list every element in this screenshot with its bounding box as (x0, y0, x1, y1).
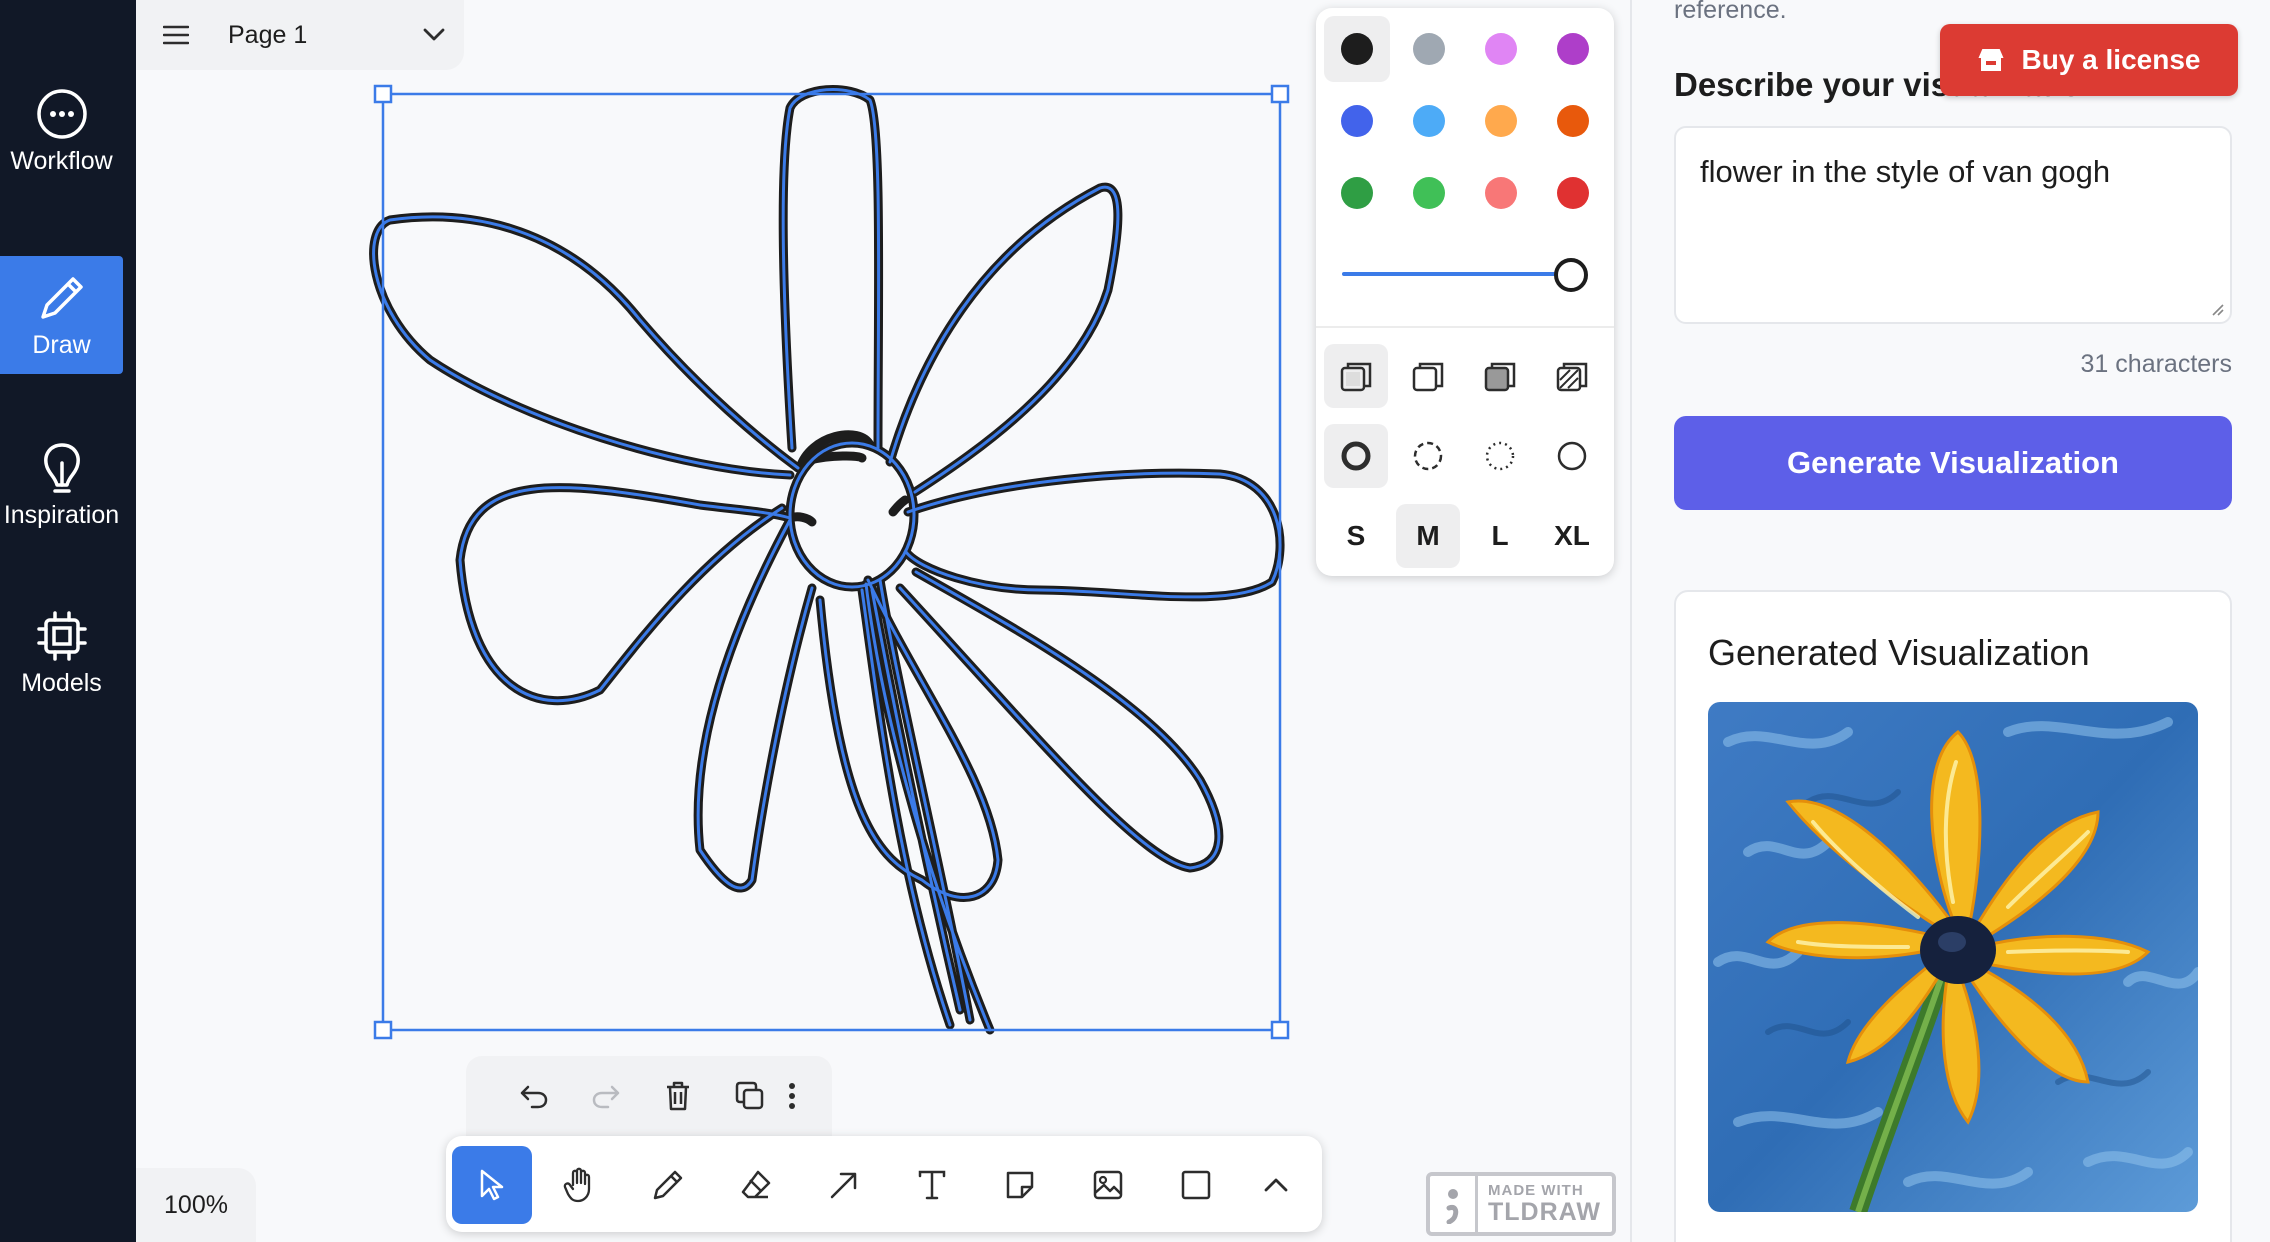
dash-draw-button[interactable] (1324, 424, 1388, 488)
chevron-up-icon (1264, 1178, 1288, 1192)
resize-handle-nw (373, 84, 393, 104)
resize-handle-sw (373, 1020, 393, 1040)
color-green[interactable] (1341, 177, 1373, 209)
hand-icon (563, 1167, 591, 1203)
reference-text: reference. (1674, 0, 1787, 24)
image-icon (1093, 1170, 1123, 1200)
dash-solid-button[interactable] (1540, 424, 1604, 488)
tldraw-watermark[interactable]: MADE WITH TLDRAW (1426, 1172, 1616, 1236)
generate-visualization-button[interactable]: Generate Visualization (1674, 416, 2232, 510)
rectangle-tool-button[interactable] (1156, 1146, 1236, 1224)
color-violet[interactable] (1557, 33, 1589, 65)
more-icon (789, 1083, 795, 1109)
eraser-icon (741, 1170, 771, 1199)
text-icon (918, 1170, 946, 1200)
trash-icon (667, 1081, 689, 1111)
redo-icon (592, 1085, 620, 1109)
color-orange[interactable] (1557, 105, 1589, 137)
color-blue[interactable] (1341, 105, 1373, 137)
note-tool-button[interactable] (980, 1146, 1060, 1224)
color-grey[interactable] (1413, 33, 1445, 65)
fill-solid-icon (1484, 362, 1516, 392)
delete-button[interactable] (646, 1064, 710, 1128)
eraser-tool-button[interactable] (716, 1146, 796, 1224)
color-light-blue[interactable] (1413, 105, 1445, 137)
more-tools-button[interactable] (1236, 1146, 1316, 1224)
text-tool-button[interactable] (892, 1146, 972, 1224)
select-tool-button[interactable] (452, 1146, 532, 1224)
right-panel: reference. Describe your visualization B… (1630, 0, 2270, 1242)
undo-icon (520, 1085, 548, 1109)
result-card: Generated Visualization (1674, 590, 2232, 1242)
pencil-icon (653, 1170, 683, 1200)
generated-image[interactable] (1708, 702, 2198, 1212)
opacity-slider-thumb[interactable] (1554, 258, 1588, 292)
zoom-level[interactable]: 100% (136, 1168, 256, 1242)
hand-tool-button[interactable] (540, 1146, 620, 1224)
prompt-textarea[interactable]: flower in the style of van gogh (1674, 126, 2232, 324)
image-tool-button[interactable] (1068, 1146, 1148, 1224)
fill-semi-button[interactable] (1396, 344, 1460, 408)
store-icon (1977, 49, 2004, 71)
tldraw-logo-icon (1430, 1176, 1478, 1232)
dash-dashed-icon (1413, 441, 1443, 471)
dash-solid-icon (1557, 441, 1587, 471)
tool-toolbar (446, 1136, 1322, 1232)
watermark-line2: TLDRAW (1488, 1198, 1601, 1226)
color-yellow[interactable] (1485, 105, 1517, 137)
opacity-slider-track[interactable] (1342, 272, 1572, 276)
style-panel: S M L XL (1316, 8, 1614, 576)
dash-dotted-button[interactable] (1468, 424, 1532, 488)
select-icon (480, 1169, 504, 1201)
draw-tool-button[interactable] (628, 1146, 708, 1224)
buy-license-button[interactable]: Buy a license (1940, 24, 2238, 96)
dash-dotted-icon (1485, 441, 1515, 471)
watermark-line1: MADE WITH (1488, 1182, 1584, 1199)
arrow-tool-button[interactable] (804, 1146, 884, 1224)
color-red[interactable] (1557, 177, 1589, 209)
arrow-icon (830, 1172, 857, 1199)
note-icon (1006, 1171, 1034, 1199)
rectangle-icon (1181, 1170, 1211, 1200)
fill-semi-icon (1412, 362, 1444, 392)
resize-handle-se (1270, 1020, 1290, 1040)
size-m-button[interactable]: M (1396, 504, 1460, 568)
size-l-button[interactable]: L (1468, 504, 1532, 568)
redo-button[interactable] (574, 1064, 638, 1128)
color-black[interactable] (1341, 33, 1373, 65)
resize-handle-ne (1270, 84, 1290, 104)
result-title: Generated Visualization (1708, 632, 2090, 673)
selection-action-bar (466, 1056, 832, 1136)
size-xl-button[interactable]: XL (1540, 504, 1604, 568)
color-light-violet[interactable] (1485, 33, 1517, 65)
color-light-red[interactable] (1485, 177, 1517, 209)
character-count: 31 characters (2080, 350, 2232, 378)
fill-pattern-button[interactable] (1540, 344, 1604, 408)
resize-grip-icon[interactable] (2210, 302, 2224, 316)
more-actions-button[interactable] (760, 1064, 824, 1128)
color-light-green[interactable] (1413, 177, 1445, 209)
size-s-button[interactable]: S (1324, 504, 1388, 568)
dash-dashed-button[interactable] (1396, 424, 1460, 488)
panel-divider (1316, 326, 1614, 328)
fill-pattern-icon (1556, 362, 1588, 392)
dash-draw-icon (1341, 441, 1371, 471)
fill-none-icon (1340, 362, 1372, 392)
undo-button[interactable] (502, 1064, 566, 1128)
buy-license-label: Buy a license (2021, 44, 2201, 75)
fill-none-button[interactable] (1324, 344, 1388, 408)
fill-solid-button[interactable] (1468, 344, 1532, 408)
